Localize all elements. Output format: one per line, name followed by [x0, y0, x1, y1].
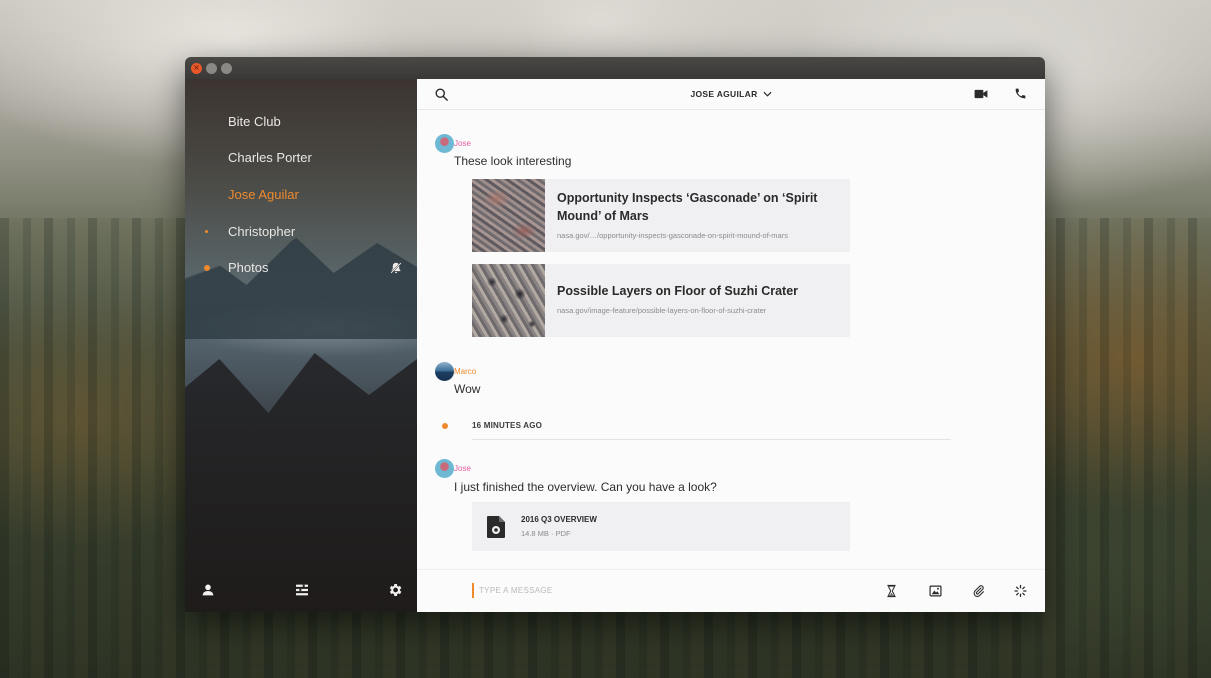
link-preview-card[interactable]: Opportunity Inspects ‘Gasconade’ on ‘Spi…: [472, 179, 850, 252]
sidebar-item-christopher[interactable]: Christopher: [185, 213, 417, 250]
window-maximize-button[interactable]: [221, 62, 232, 74]
link-preview-url: nasa.gov/…/opportunity-inspects-gasconad…: [557, 231, 788, 240]
notifications-off-icon: [390, 261, 402, 274]
profile-icon[interactable]: [200, 582, 216, 598]
loading-icon[interactable]: [1014, 584, 1027, 598]
divider-timestamp: 16 MINUTES AGO: [472, 421, 543, 430]
document-icon: [487, 515, 505, 538]
sidebar-item-label: Bite Club: [228, 113, 281, 129]
sidebar-item-jose-aguilar[interactable]: Jose Aguilar: [185, 176, 417, 213]
app-window: × Bite Club Charles Porter Jose Aguilar …: [185, 57, 1045, 612]
message-text: I just finished the overview. Can you ha…: [454, 480, 717, 494]
settings-icon[interactable]: [387, 582, 403, 598]
video-call-icon[interactable]: [974, 88, 988, 100]
attachment-icon[interactable]: [972, 584, 985, 598]
sidebar-item-photos[interactable]: Photos: [185, 249, 417, 286]
avatar[interactable]: [435, 134, 454, 153]
conversation-list: Bite Club Charles Porter Jose Aguilar Ch…: [185, 103, 417, 286]
window-titlebar[interactable]: ×: [185, 57, 1045, 79]
avatar[interactable]: [435, 459, 454, 478]
message-sender: Marco: [454, 367, 477, 376]
chevron-down-icon: [763, 91, 772, 97]
window-minimize-button[interactable]: [206, 62, 217, 74]
contact-name-dropdown[interactable]: JOSE AGUILAR: [690, 89, 772, 99]
conversation-sidebar: Bite Club Charles Porter Jose Aguilar Ch…: [185, 79, 417, 612]
search-icon[interactable]: [434, 87, 449, 102]
unread-indicator: [205, 229, 208, 233]
message-sender: Jose: [454, 464, 471, 473]
sidebar-footer: [185, 568, 417, 612]
link-preview-card[interactable]: Possible Layers on Floor of Suzhi Crater…: [472, 264, 850, 337]
sidebar-item-charles-porter[interactable]: Charles Porter: [185, 140, 417, 177]
message-text: These look interesting: [454, 154, 572, 168]
sidebar-item-label: Jose Aguilar: [228, 186, 299, 202]
link-preview-thumbnail: [472, 179, 545, 252]
sidebar-item-label: Christopher: [228, 223, 296, 239]
divider-line: [472, 439, 951, 440]
chat-panel: JOSE AGUILAR Jose These look interesting…: [417, 79, 1045, 612]
phone-icon[interactable]: [1014, 87, 1027, 100]
message-text: Wow: [454, 382, 481, 396]
avatar[interactable]: [435, 362, 454, 381]
unread-divider: 16 MINUTES AGO: [417, 417, 951, 441]
unread-indicator: [204, 264, 210, 271]
link-preview-thumbnail: [472, 264, 545, 337]
file-attachment-card[interactable]: 2016 Q3 OVERVIEW 14.8 MB · PDF: [472, 502, 850, 551]
sidebar-item-bite-club[interactable]: Bite Club: [185, 103, 417, 140]
file-name: 2016 Q3 OVERVIEW: [521, 515, 597, 524]
new-messages-dot: [442, 423, 448, 429]
link-preview-title: Opportunity Inspects ‘Gasconade’ on ‘Spi…: [557, 191, 818, 223]
contact-name: JOSE AGUILAR: [690, 89, 758, 99]
image-icon[interactable]: [929, 584, 942, 598]
window-close-button[interactable]: ×: [191, 62, 202, 74]
sidebar-item-label: Charles Porter: [228, 150, 312, 166]
message-sender: Jose: [454, 139, 471, 148]
message-list: Jose These look interesting Opportunity …: [417, 110, 1045, 569]
link-preview-title: Possible Layers on Floor of Suzhi Crater: [557, 284, 799, 298]
sidebar-item-label: Photos: [228, 260, 269, 276]
chat-header: JOSE AGUILAR: [417, 79, 1045, 110]
message-composer: [417, 569, 1045, 612]
message-input[interactable]: [472, 583, 832, 598]
link-preview-url: nasa.gov/image-feature/possible-layers-o…: [557, 306, 767, 315]
contacts-icon[interactable]: [294, 582, 310, 598]
timer-icon[interactable]: [885, 584, 898, 598]
file-info: 14.8 MB · PDF: [521, 529, 571, 538]
